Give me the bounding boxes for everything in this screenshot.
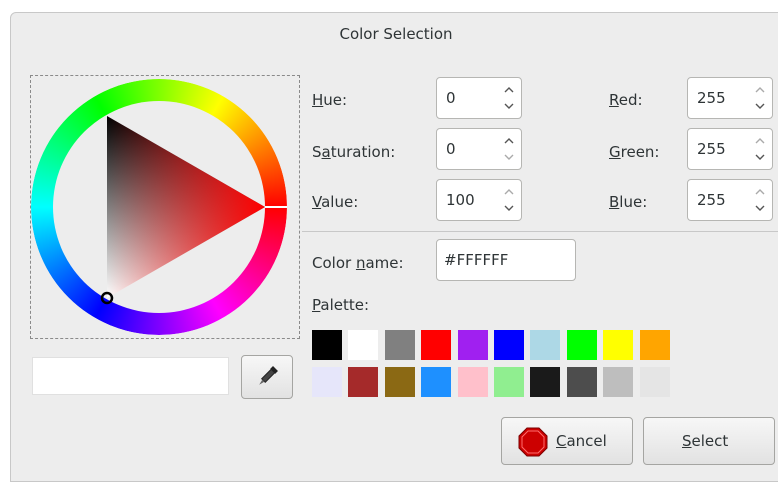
palette-swatch[interactable]: [530, 367, 561, 397]
color-selection-dialog: Color Selection Hue: Saturation: Value: …: [10, 12, 778, 482]
palette-label: Palette:: [312, 296, 370, 314]
green-label: Green:: [609, 143, 660, 161]
palette-swatch[interactable]: [639, 330, 670, 360]
eyedropper-button[interactable]: [241, 355, 293, 399]
separator: [302, 231, 778, 232]
palette-swatch[interactable]: [494, 330, 524, 360]
palette-swatch[interactable]: [421, 330, 452, 360]
hue-label: Hue:: [312, 91, 348, 109]
palette-swatch[interactable]: [530, 330, 561, 360]
spin-arrows-icon[interactable]: [503, 185, 515, 215]
palette-swatch[interactable]: [348, 367, 379, 397]
hue-wheel[interactable]: [31, 76, 299, 338]
palette-swatch[interactable]: [312, 330, 342, 360]
blue-spin[interactable]: 255: [687, 179, 773, 221]
cancel-button[interactable]: Cancel: [501, 417, 633, 465]
palette-swatch[interactable]: [457, 367, 488, 397]
green-spin[interactable]: 255: [687, 128, 773, 170]
red-label: Red:: [609, 91, 643, 109]
spin-arrows-icon[interactable]: [503, 134, 515, 164]
spin-arrows-icon[interactable]: [754, 134, 766, 164]
eyedropper-icon: [259, 366, 278, 385]
dialog-title: Color Selection: [339, 25, 453, 43]
color-name-label: Color name:: [312, 254, 404, 272]
palette-swatch[interactable]: [348, 330, 379, 360]
select-button[interactable]: Select: [643, 417, 775, 465]
palette-swatch[interactable]: [603, 367, 634, 397]
spin-arrows-icon[interactable]: [754, 83, 766, 113]
palette-swatch[interactable]: [566, 367, 597, 397]
hue-spin[interactable]: 0: [436, 77, 522, 119]
color-wheel-frame: [30, 75, 300, 339]
color-name-input[interactable]: #FFFFFF: [436, 239, 576, 281]
palette-swatch[interactable]: [494, 367, 524, 397]
color-preview: [32, 357, 229, 395]
palette-swatch[interactable]: [639, 367, 670, 397]
palette-swatch[interactable]: [421, 367, 452, 397]
value-spin[interactable]: 100: [436, 179, 522, 221]
palette-swatch[interactable]: [384, 367, 415, 397]
spin-arrows-icon[interactable]: [754, 185, 766, 215]
value-label: Value:: [312, 193, 359, 211]
palette-swatch[interactable]: [603, 330, 634, 360]
palette-swatch[interactable]: [566, 330, 597, 360]
palette-swatch[interactable]: [384, 330, 415, 360]
palette-swatch[interactable]: [312, 367, 342, 397]
red-spin[interactable]: 255: [687, 77, 773, 119]
blue-label: Blue:: [609, 193, 648, 211]
palette-swatch[interactable]: [457, 330, 488, 360]
stop-icon: [518, 427, 548, 457]
saturation-spin[interactable]: 0: [436, 128, 522, 170]
spin-arrows-icon[interactable]: [503, 83, 515, 113]
saturation-label: Saturation:: [312, 143, 396, 161]
